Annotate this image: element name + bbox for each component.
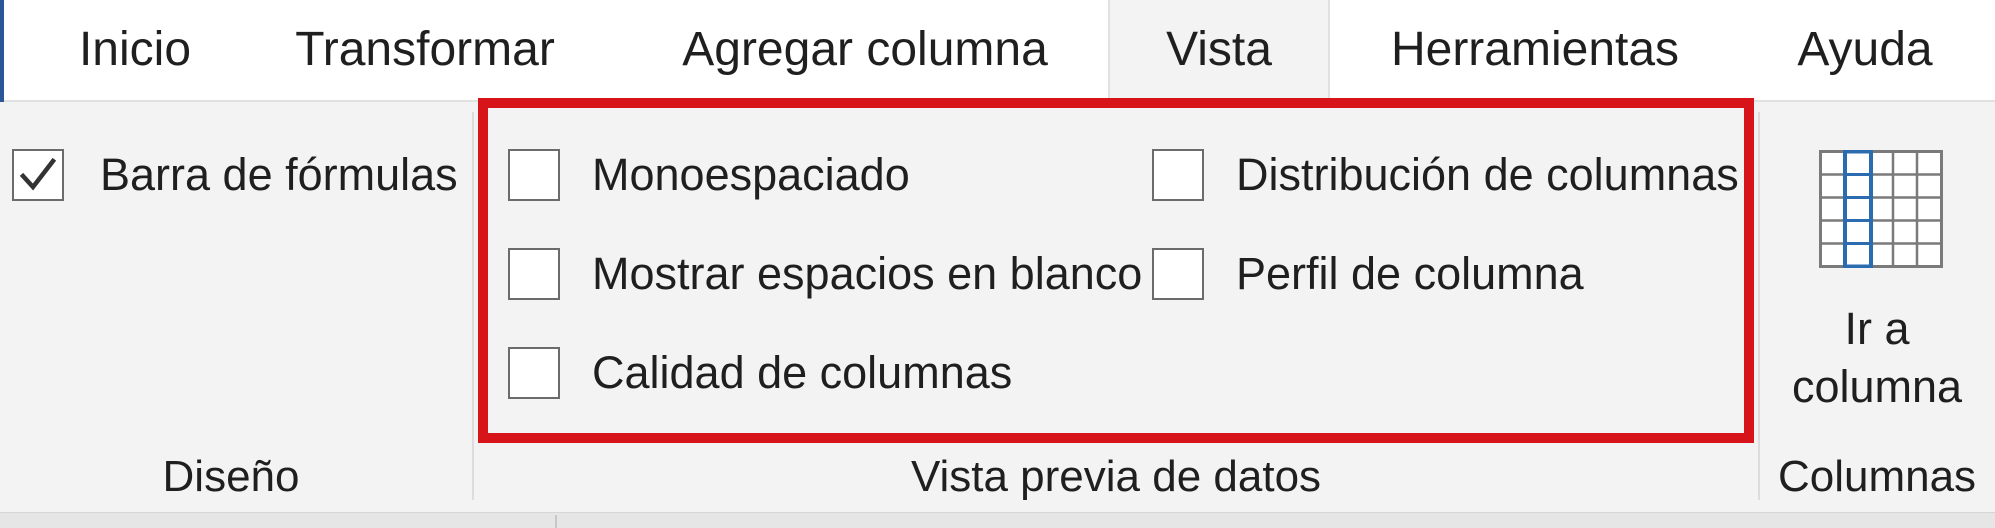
column-profile-label: Perfil de columna xyxy=(1236,248,1584,299)
tab-strip-accent xyxy=(0,0,4,102)
show-whitespace-checkbox[interactable]: Mostrar espacios en blanco xyxy=(508,243,1142,305)
group-label-columnas: Columnas xyxy=(1777,452,1977,501)
column-distribution-label: Distribución de columnas xyxy=(1236,149,1739,200)
group-separator xyxy=(472,112,474,500)
formula-bar-checkbox[interactable]: Barra de fórmulas xyxy=(12,144,458,206)
column-quality-checkbox[interactable]: Calidad de columnas xyxy=(508,342,1012,404)
column-quality-label: Calidad de columnas xyxy=(592,347,1013,398)
go-to-column-label-line1: Ir a xyxy=(1844,303,1910,354)
group-label-diseno: Diseño xyxy=(162,452,300,501)
column-distribution-checkbox-box[interactable] xyxy=(1152,149,1204,201)
column-quality-checkbox-box[interactable] xyxy=(508,347,560,399)
tab-inicio[interactable]: Inicio xyxy=(40,0,230,100)
group-label-vista-previa: Vista previa de datos xyxy=(910,452,1322,501)
tab-herramientas[interactable]: Herramientas xyxy=(1370,0,1700,100)
monospaced-checkbox[interactable]: Monoespaciado xyxy=(508,144,910,206)
power-query-view-ribbon: Inicio Transformar Agregar columna Vista… xyxy=(0,0,1995,528)
show-whitespace-checkbox-box[interactable] xyxy=(508,248,560,300)
checkmark-icon xyxy=(19,157,57,191)
tab-ayuda[interactable]: Ayuda xyxy=(1770,0,1960,100)
tab-transformar[interactable]: Transformar xyxy=(280,0,570,100)
formula-bar-label: Barra de fórmulas xyxy=(100,149,458,200)
go-to-column-label-line2: columna xyxy=(1791,361,1963,412)
column-grid-icon xyxy=(1819,150,1943,268)
go-to-column-button[interactable]: Ir a columna xyxy=(1762,112,1992,432)
go-to-column-label: Ir a columna xyxy=(1762,300,1992,416)
bottom-bar-tick xyxy=(555,515,557,528)
formula-bar-checkbox-box[interactable] xyxy=(12,149,64,201)
monospaced-checkbox-box[interactable] xyxy=(508,149,560,201)
column-profile-checkbox-box[interactable] xyxy=(1152,248,1204,300)
ribbon-bottom-bar xyxy=(0,512,1995,528)
group-separator xyxy=(1758,112,1760,500)
ribbon-tab-strip: Inicio Transformar Agregar columna Vista… xyxy=(0,0,1995,102)
tab-agregar-columna[interactable]: Agregar columna xyxy=(640,0,1090,100)
column-distribution-checkbox[interactable]: Distribución de columnas xyxy=(1152,144,1739,206)
show-whitespace-label: Mostrar espacios en blanco xyxy=(592,248,1143,299)
column-profile-checkbox[interactable]: Perfil de columna xyxy=(1152,243,1584,305)
tab-vista[interactable]: Vista xyxy=(1108,0,1330,102)
monospaced-label: Monoespaciado xyxy=(592,149,910,200)
